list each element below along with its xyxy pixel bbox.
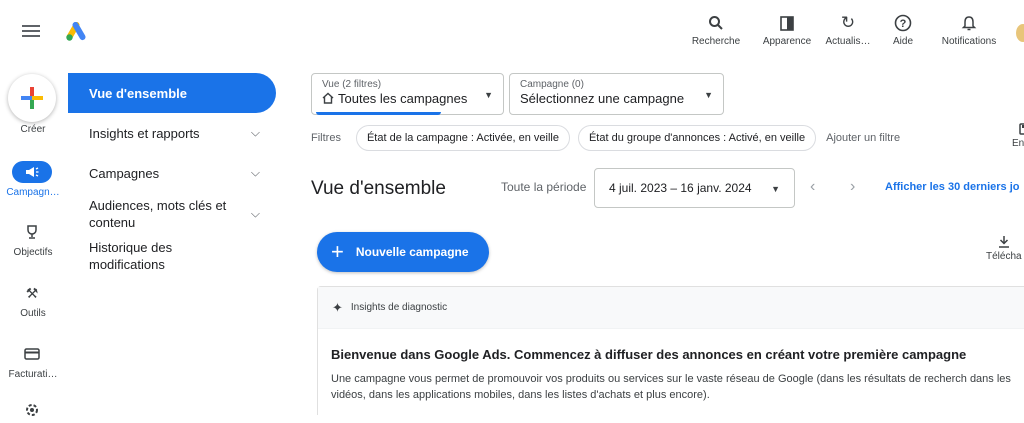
add-filter-link[interactable]: Ajouter un filtre [826,132,900,144]
billing-pill [12,343,52,365]
new-campaign-button[interactable]: + Nouvelle campagne [317,232,489,272]
nav-item-overview[interactable]: Vue d'ensemble [68,73,276,113]
sparkle-icon: ✦ [332,299,343,315]
last-30-days-link[interactable]: Afficher les 30 derniers jo [885,181,1020,193]
create-button[interactable] [8,74,56,122]
page-title: Vue d'ensemble [311,178,446,199]
view-select[interactable]: Vue (2 filtres) Toutes les campagnes ▼ [311,73,504,115]
help-icon: ? [894,12,912,34]
help-action[interactable]: ? Aide [874,12,932,47]
save-icon [1012,123,1024,138]
filters-label: Filtres [311,132,341,144]
active-underline [316,112,441,115]
menu-icon[interactable] [22,25,40,37]
main-content: Vue (2 filtres) Toutes les campagnes ▼ C… [300,62,1024,415]
appearance-icon [779,12,795,34]
appearance-action[interactable]: Apparence [752,12,822,47]
nav-item-audiences[interactable]: Audiences, mots clés et contenu ⌵ [68,193,276,235]
google-ads-logo[interactable] [65,21,87,47]
chevron-left-icon[interactable]: ‹ [810,178,815,196]
card-body: Une campagne vous permet de promouvoir v… [331,373,1011,401]
refresh-icon: ↻ [840,13,856,32]
notifications-action[interactable]: Notifications [932,12,1006,47]
card-title: Bienvenue dans Google Ads. Commencez à d… [331,347,967,362]
nav-item-change-history[interactable]: Historique des modifications [68,235,276,277]
chevron-right-icon[interactable]: › [850,178,855,196]
diagnostic-insights-card: ✦ Insights de diagnostic Bienvenue dans … [317,286,1024,415]
section-nav: Vue d'ensemble Insights et rapports ⌵ Ca… [68,72,276,277]
refresh-action[interactable]: ↻ Actualis… [822,12,874,47]
chevron-down-icon: ⌵ [250,125,260,140]
megaphone-pill [12,161,52,183]
bell-icon [961,12,977,34]
top-actions: Recherche Apparence ↻ Actualis… ? Aide N… [680,12,1006,47]
home-icon [322,92,334,104]
search-action[interactable]: Recherche [680,12,752,47]
avatar[interactable] [1016,24,1024,42]
save-filter-button[interactable]: Enreg [1012,123,1024,149]
create-label: Créer [20,124,46,135]
download-button[interactable]: Télécha [986,235,1022,262]
left-rail: Créer Campagn… Objectifs ⚒ Outils Factur… [0,62,66,416]
card-header: ✦ Insights de diagnostic [318,287,1024,329]
tools-pill: ⚒ [12,282,52,304]
download-icon [986,235,1022,251]
tools-icon: ⚒ [25,284,39,301]
nav-item-campaigns[interactable]: Campagnes ⌵ [68,153,276,193]
plus-icon: + [331,239,344,264]
filter-chip-adgroup-status[interactable]: État du groupe d'annonces : Activé, en v… [577,125,817,151]
caret-down-icon: ▼ [771,184,780,194]
caret-down-icon: ▼ [484,90,493,100]
filter-chip-campaign-status[interactable]: État de la campagne : Activée, en veille [355,125,570,151]
plus-icon [21,87,43,109]
trophy-pill [12,221,52,243]
filter-bar: Filtres État de la campagne : Activée, e… [311,125,900,151]
date-range-picker[interactable]: 4 juil. 2023 – 16 janv. 2024 ▼ [594,168,795,208]
top-bar: Recherche Apparence ↻ Actualis… ? Aide N… [0,0,1024,62]
caret-down-icon: ▼ [704,90,713,100]
billing-icon [24,348,40,360]
search-icon [708,12,724,34]
nav-item-insights[interactable]: Insights et rapports ⌵ [68,113,276,153]
period-label: Toute la période [501,180,587,194]
chevron-down-icon: ⌵ [250,165,260,180]
chevron-down-icon: ⌵ [250,206,260,221]
campaign-select[interactable]: Campagne (0) Sélectionnez une campagne ▼ [509,73,724,115]
svg-text:?: ? [900,18,907,30]
megaphone-icon [26,167,39,177]
trophy-icon [27,225,37,239]
settings-icon[interactable] [24,402,40,423]
